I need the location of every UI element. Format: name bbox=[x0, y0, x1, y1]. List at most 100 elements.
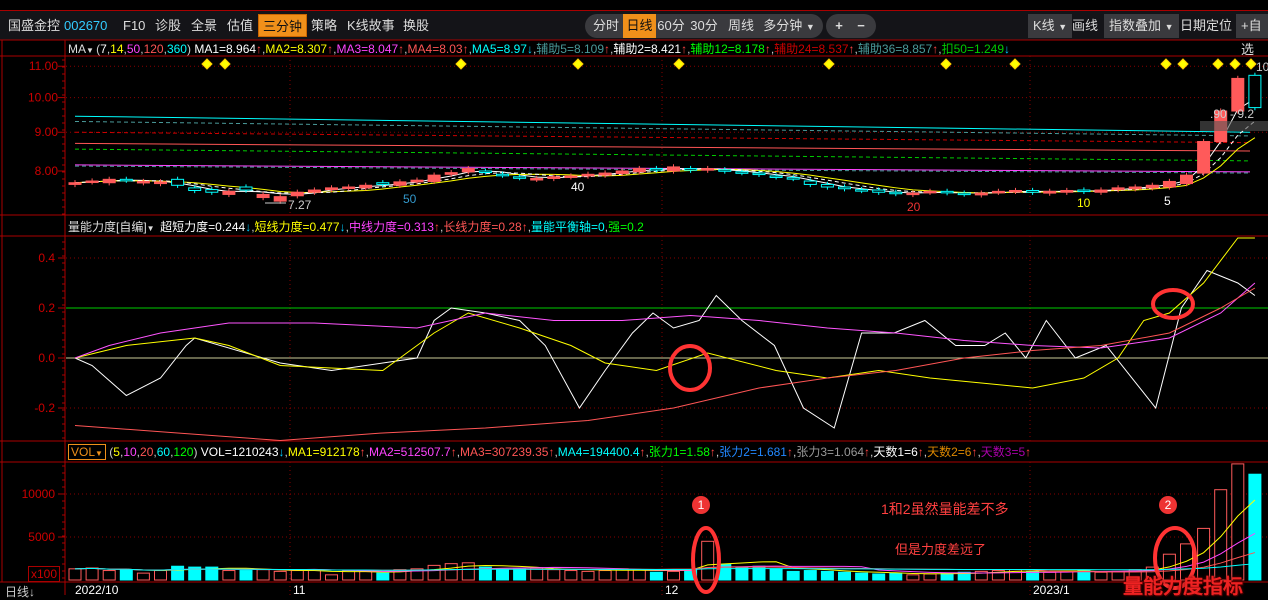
candle-up bbox=[444, 172, 458, 175]
legend-param: 10 bbox=[123, 445, 137, 459]
candle-down bbox=[1248, 74, 1262, 109]
signal-diamond-icon bbox=[1229, 58, 1241, 70]
volume-bar-up bbox=[273, 570, 287, 581]
volume-bar-up bbox=[461, 562, 475, 581]
price-range-label: .90 - 9.2 bbox=[1210, 107, 1254, 121]
candle-up bbox=[581, 173, 595, 177]
candle-up bbox=[461, 168, 475, 173]
ma-line bbox=[74, 98, 1256, 195]
legend-value: 超短力度=0.244 bbox=[160, 220, 246, 234]
candle-up bbox=[222, 190, 236, 195]
candle-up bbox=[1128, 186, 1142, 190]
annotation-badge-2: 2 bbox=[1159, 496, 1177, 514]
candle-down bbox=[1026, 189, 1040, 193]
ma-selector-label: MA bbox=[68, 42, 86, 56]
indicator-tick-label: 0.2 bbox=[38, 301, 55, 315]
ma-label-20: 20 bbox=[907, 200, 921, 214]
legend-value: 扣50=1.249 bbox=[941, 42, 1005, 56]
candle-down bbox=[513, 176, 527, 179]
candle-down bbox=[684, 168, 698, 171]
chart-area[interactable]: 11.00 10.00 9.00 8.00 0.4 0.2 0.0 -0.2 10000 5000… bbox=[0, 0, 1268, 595]
indicator-line bbox=[74, 287, 1256, 442]
chevron-down-icon: ▼ bbox=[146, 224, 157, 233]
volume-bar-down bbox=[119, 569, 133, 581]
crosshair-price-box bbox=[1200, 121, 1268, 131]
signal-diamond-icon bbox=[1009, 58, 1021, 70]
candle-up bbox=[530, 177, 544, 181]
legend-value: 张力2=1.681 bbox=[719, 445, 787, 459]
legend-param: 120 bbox=[143, 42, 164, 56]
annotation-note-2: 但是力度差远了 bbox=[895, 542, 987, 557]
legend-param: 14 bbox=[110, 42, 124, 56]
volume-bar-up bbox=[154, 570, 167, 581]
volume-tick-label: 10000 bbox=[22, 487, 56, 501]
legend-value: 强=0.2 bbox=[608, 220, 644, 234]
ma-line bbox=[74, 148, 1251, 162]
main-legend: MA▼ (7,14,50,120,360) MA1=8.964↑,MA2=8.3… bbox=[68, 41, 1010, 57]
volume-bar-up bbox=[136, 572, 150, 581]
vol-selector[interactable]: VOL▼ bbox=[68, 444, 106, 460]
candle-up bbox=[923, 190, 937, 194]
axis-ticks: 11.00 10.00 9.00 8.00 0.4 0.2 0.0 -0.2 10000 5000 bbox=[22, 59, 65, 579]
legend-value: 辅助2=8.421 bbox=[613, 42, 682, 56]
volume-bar-down bbox=[496, 569, 509, 581]
candle-down bbox=[718, 169, 732, 172]
moving-average-lines bbox=[74, 98, 1256, 195]
volume-unit-label: x100 bbox=[28, 566, 61, 582]
volume-bar-up bbox=[581, 570, 595, 581]
volume-bar-up bbox=[359, 570, 373, 581]
volume-bars bbox=[68, 463, 1262, 581]
legend-value: 辅助12=8.178 bbox=[690, 42, 765, 56]
signal-diamond-icon bbox=[455, 58, 467, 70]
legend-value: MA1=912178 bbox=[287, 445, 360, 459]
volume-bar-up bbox=[325, 574, 338, 581]
volume-tick-label: 5000 bbox=[28, 530, 55, 544]
candle-down bbox=[376, 182, 390, 185]
annotation-note-1: 1和2虽然量能差不多 bbox=[881, 501, 1009, 517]
legend-value: 长线力度=0.28 bbox=[443, 220, 522, 234]
candle-up bbox=[256, 193, 270, 199]
ma-line bbox=[74, 137, 1256, 194]
ma-label-10: 10 bbox=[1077, 196, 1091, 210]
volume-bar-down bbox=[855, 572, 869, 581]
legend-value: 辅助24=8.537 bbox=[774, 42, 849, 56]
volume-legend: VOL▼ (5,10,20,60,120) VOL=1210243↓,MA1=9… bbox=[68, 444, 1031, 460]
ma-label-50: 50 bbox=[403, 192, 417, 206]
candlesticks bbox=[68, 72, 1262, 204]
candle-up bbox=[1043, 190, 1057, 194]
indicator-tick-label: 0.0 bbox=[38, 351, 55, 365]
high-price-label: 10 bbox=[1256, 60, 1268, 74]
ma-selector[interactable]: MA▼ bbox=[68, 42, 96, 56]
legend-param: 7 bbox=[100, 42, 107, 56]
volume-bar-up bbox=[427, 564, 441, 581]
volume-bar-down bbox=[769, 568, 783, 581]
legend-param: 20 bbox=[140, 445, 154, 459]
candle-up bbox=[1145, 184, 1159, 189]
signal-diamond-icon bbox=[1177, 58, 1189, 70]
volume-ma-line bbox=[74, 533, 1256, 574]
candle-up bbox=[991, 190, 1005, 194]
legend-value: 辅助36=8.857 bbox=[857, 42, 933, 56]
volume-bar-up bbox=[222, 570, 236, 581]
ma-line bbox=[74, 131, 1251, 144]
price-tick-label: 8.00 bbox=[35, 164, 59, 178]
candle-up bbox=[1060, 189, 1074, 193]
signal-diamonds bbox=[201, 58, 1257, 70]
indicator-selector-label: 量能力度[自编] bbox=[68, 220, 147, 234]
volume-bar-down bbox=[649, 571, 663, 581]
candle-down bbox=[838, 186, 851, 190]
signal-diamond-icon bbox=[1245, 58, 1257, 70]
period-toggle[interactable]: 日线↓ bbox=[5, 583, 35, 600]
candle-up bbox=[632, 168, 646, 173]
candle-up bbox=[342, 186, 356, 190]
indicator-selector[interactable]: 量能力度[自编]▼ bbox=[68, 220, 157, 234]
candle-down bbox=[171, 178, 185, 186]
volume-ma-line bbox=[74, 563, 1255, 571]
candle-down bbox=[940, 190, 954, 194]
indicator-tick-label: -0.2 bbox=[34, 401, 55, 415]
indicator-line bbox=[74, 269, 1256, 429]
ma-values: MA1=8.964↑,MA2=8.307↑,MA3=8.047↑,MA4=8.0… bbox=[194, 42, 1011, 56]
candle-up bbox=[1009, 189, 1022, 193]
price-tick-label: 11.00 bbox=[29, 59, 58, 73]
signal-diamond-icon bbox=[1160, 58, 1172, 70]
